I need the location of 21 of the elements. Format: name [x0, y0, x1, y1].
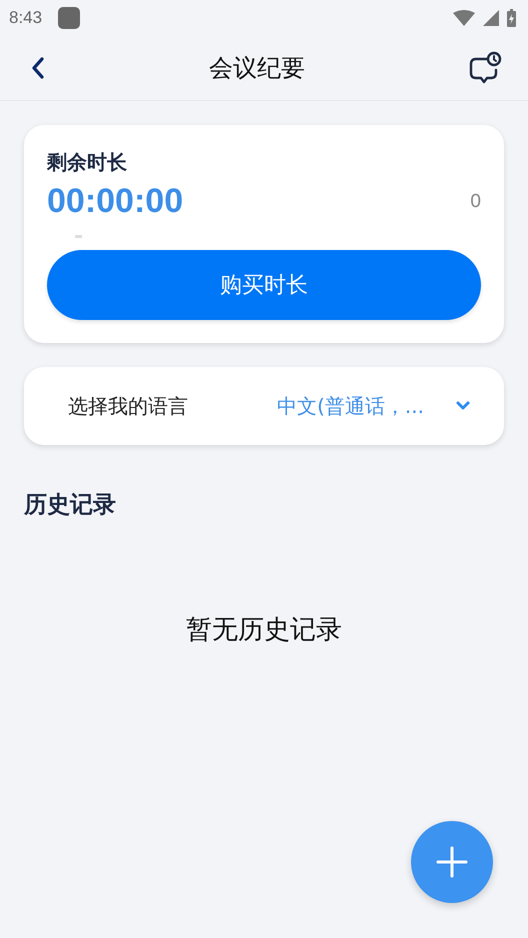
remaining-label: 剩余时长	[47, 149, 128, 176]
status-time: 8:43	[9, 8, 42, 28]
language-selector[interactable]: 选择我的语言 中文(普通话，...	[24, 367, 504, 445]
battery-icon	[507, 9, 516, 27]
history-title: 历史记录	[24, 491, 117, 520]
signal-icon	[483, 10, 499, 26]
chat-clock-icon[interactable]	[468, 51, 502, 85]
language-value: 中文(普通话，...	[277, 392, 424, 420]
dash-mark	[75, 235, 82, 238]
wifi-icon	[453, 10, 475, 26]
plus-icon	[436, 846, 468, 878]
app-notification-icon	[58, 7, 80, 29]
chevron-down-icon	[456, 401, 470, 411]
buy-button[interactable]: 购买时长	[47, 250, 481, 320]
language-label: 选择我的语言	[68, 392, 189, 420]
page-title: 会议纪要	[209, 53, 305, 84]
empty-message: 暂无历史记录	[185, 614, 343, 647]
back-icon[interactable]	[30, 56, 46, 80]
remaining-time: 00:00:00	[47, 182, 184, 221]
count-value: 0	[470, 190, 481, 212]
add-button[interactable]	[411, 821, 493, 903]
